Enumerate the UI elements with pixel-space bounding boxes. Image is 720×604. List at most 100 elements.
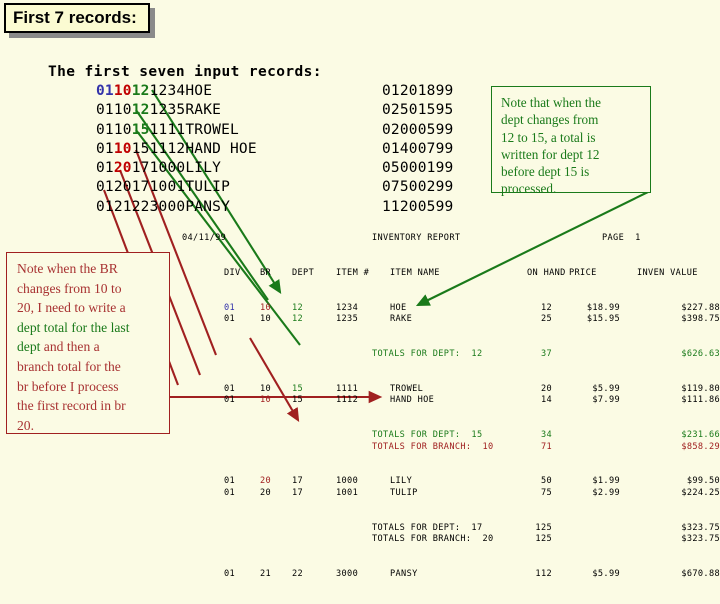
record-br-field: 20 — [113, 179, 132, 196]
record-dept-field: 12 — [131, 83, 150, 99]
record-dept-field: 15 — [131, 121, 150, 138]
cell-on-hand: 14 — [540, 395, 552, 406]
callout-green-line: dept changes from — [501, 112, 599, 128]
cell-div: 01 — [224, 569, 236, 580]
report-column-headers: DIV BR DEPT ITEM # ITEM NAME ON HAND PRICE INVE… — [182, 268, 720, 280]
callout-green-line: processed. — [501, 181, 557, 197]
total-on-hand: 37 — [540, 348, 552, 359]
record-item-field: 1235RAKE — [149, 102, 222, 119]
cell-div: 01 — [224, 302, 236, 313]
input-record-line: 0110121235RAKE — [96, 101, 257, 120]
record-br-field: 10 — [113, 121, 132, 138]
cell-on-hand: 75 — [540, 488, 552, 499]
callout-red-line-5-green: dept — [17, 339, 41, 355]
total-on-hand: 125 — [535, 534, 552, 545]
cell-on-hand: 112 — [535, 569, 552, 580]
record-item-field: 1111TROWEL — [149, 121, 239, 138]
cell-dept: 22 — [292, 569, 304, 580]
report-detail-row: 01 10 12 1235 RAKE 25 $15.95 $398.75 — [182, 314, 720, 326]
record-div-field: 01 — [96, 102, 114, 119]
total-inven-value: $858.29 — [681, 441, 720, 452]
cell-dept: 17 — [292, 488, 304, 499]
cell-price: $5.99 — [592, 569, 620, 580]
cell-item-no: 1112 — [336, 395, 359, 406]
callout-red-line-6: branch total for the — [17, 358, 121, 374]
cell-item-no: 3000 — [336, 569, 359, 580]
packed-field-line: 02501595 — [382, 102, 454, 119]
cell-dept: 12 — [292, 314, 304, 325]
report-header-row: 04/11/99 INVENTORY REPORT PAGE 1 — [182, 233, 720, 245]
cell-inven-value: $227.88 — [681, 302, 720, 313]
record-dept-field: 22 — [131, 198, 150, 215]
record-dept-field: 15 — [131, 140, 150, 157]
callout-red-line-5: dept and then a — [17, 337, 160, 357]
record-dept-field: 17 — [131, 160, 150, 177]
cell-item-name: LILY — [390, 476, 413, 487]
packed-field-line: 07500299 — [382, 179, 454, 196]
cell-br: 20 — [260, 476, 272, 487]
cell-dept: 15 — [292, 395, 304, 406]
record-item-field: 3000PANSY — [149, 198, 230, 215]
callout-red-line-1: Note when the BR — [17, 261, 118, 276]
records-heading: The first seven input records: — [48, 64, 322, 80]
record-br-field: 10 — [113, 140, 132, 157]
callout-red-line-5-red: and then a — [40, 339, 100, 355]
cell-price: $7.99 — [592, 395, 620, 406]
input-record-line: 0110151111TROWEL — [96, 121, 257, 140]
cell-div: 01 — [224, 476, 236, 487]
cell-inven-value: $119.80 — [681, 383, 720, 394]
total-on-hand: 34 — [540, 430, 552, 441]
report-total-row: TOTALS FOR BRANCH: 10 71 $858.29 — [182, 442, 720, 454]
column-header-dept: DEPT — [292, 267, 315, 278]
report-detail-row: 01 20 17 1001 TULIP 75 $2.99 $224.25 — [182, 488, 720, 500]
callout-branch-change: Note when the BR changes from 10 to 20, … — [6, 252, 170, 434]
cell-item-no: 1111 — [336, 383, 359, 394]
callout-red-line-9: 20. — [17, 417, 34, 433]
callout-dept-change: Note that when the dept changes from 12 to… — [491, 86, 651, 196]
cell-item-name: RAKE — [390, 314, 413, 325]
cell-item-name: PANSY — [390, 569, 418, 580]
input-record-line: 0120171001TULIP — [96, 178, 257, 197]
record-item-field: 1234HOE — [149, 83, 213, 99]
report-page-number: PAGE 1 — [602, 233, 641, 243]
record-br-field: 10 — [113, 83, 132, 99]
packed-field-line: 02000599 — [382, 121, 454, 138]
column-header-div: DIV — [224, 267, 241, 278]
input-records-list: 0110121234HOE 0110121235RAKE 0110151111TRO… — [96, 82, 257, 217]
total-inven-value: $323.75 — [681, 534, 720, 545]
report-total-row: TOTALS FOR DEPT: 12 37 $626.63 — [182, 349, 720, 361]
cell-item-no: 1235 — [336, 314, 359, 325]
column-header-br: BR — [260, 267, 272, 278]
report-detail-row: 01 21 22 3000 PANSY 112 $5.99 $670.88 — [182, 569, 720, 581]
callout-red-line-4: dept total for the last — [17, 319, 130, 335]
record-item-field: 1001TULIP — [149, 179, 230, 196]
cell-div: 01 — [224, 488, 236, 499]
packed-field-line: 11200599 — [382, 198, 454, 215]
cell-dept: 15 — [292, 383, 304, 394]
cell-price: $15.95 — [586, 314, 620, 325]
record-dept-field: 17 — [131, 179, 150, 196]
cell-inven-value: $670.88 — [681, 569, 720, 580]
report-detail-row: 01 10 15 1112 HAND HOE 14 $7.99 $111.86 — [182, 395, 720, 407]
total-label: TOTALS FOR BRANCH: 10 — [372, 441, 494, 452]
cell-br: 10 — [260, 302, 272, 313]
report-total-row: TOTALS FOR DEPT: 17 125 $323.75 — [182, 523, 720, 535]
record-div-field: 01 — [96, 179, 114, 196]
cell-item-name: HOE — [390, 302, 407, 313]
record-item-field: 1000LILY — [149, 160, 222, 177]
cell-on-hand: 20 — [540, 383, 552, 394]
cell-on-hand: 25 — [540, 314, 552, 325]
callout-red-line-3: 20, I need to write a — [17, 300, 126, 316]
report-detail-row: 01 20 17 1000 LILY 50 $1.99 $99.50 — [182, 476, 720, 488]
total-on-hand: 125 — [535, 522, 552, 533]
callout-red-line-2: changes from 10 to — [17, 280, 122, 296]
cell-inven-value: $99.50 — [686, 476, 720, 487]
report-title: INVENTORY REPORT — [372, 233, 461, 243]
inventory-report: 04/11/99 INVENTORY REPORT PAGE 1 DIV BR DEPT I… — [182, 233, 720, 604]
column-header-inven-value: INVEN VALUE — [637, 267, 698, 278]
report-detail-row: 01 10 12 1234 HOE 12 $18.99 $227.88 — [182, 303, 720, 315]
report-total-row: TOTALS FOR DEPT: 15 34 $231.66 — [182, 430, 720, 442]
input-record-line: 0121223000PANSY — [96, 198, 257, 217]
cell-price: $1.99 — [592, 476, 620, 487]
callout-green-line: before dept 15 is — [501, 164, 590, 180]
